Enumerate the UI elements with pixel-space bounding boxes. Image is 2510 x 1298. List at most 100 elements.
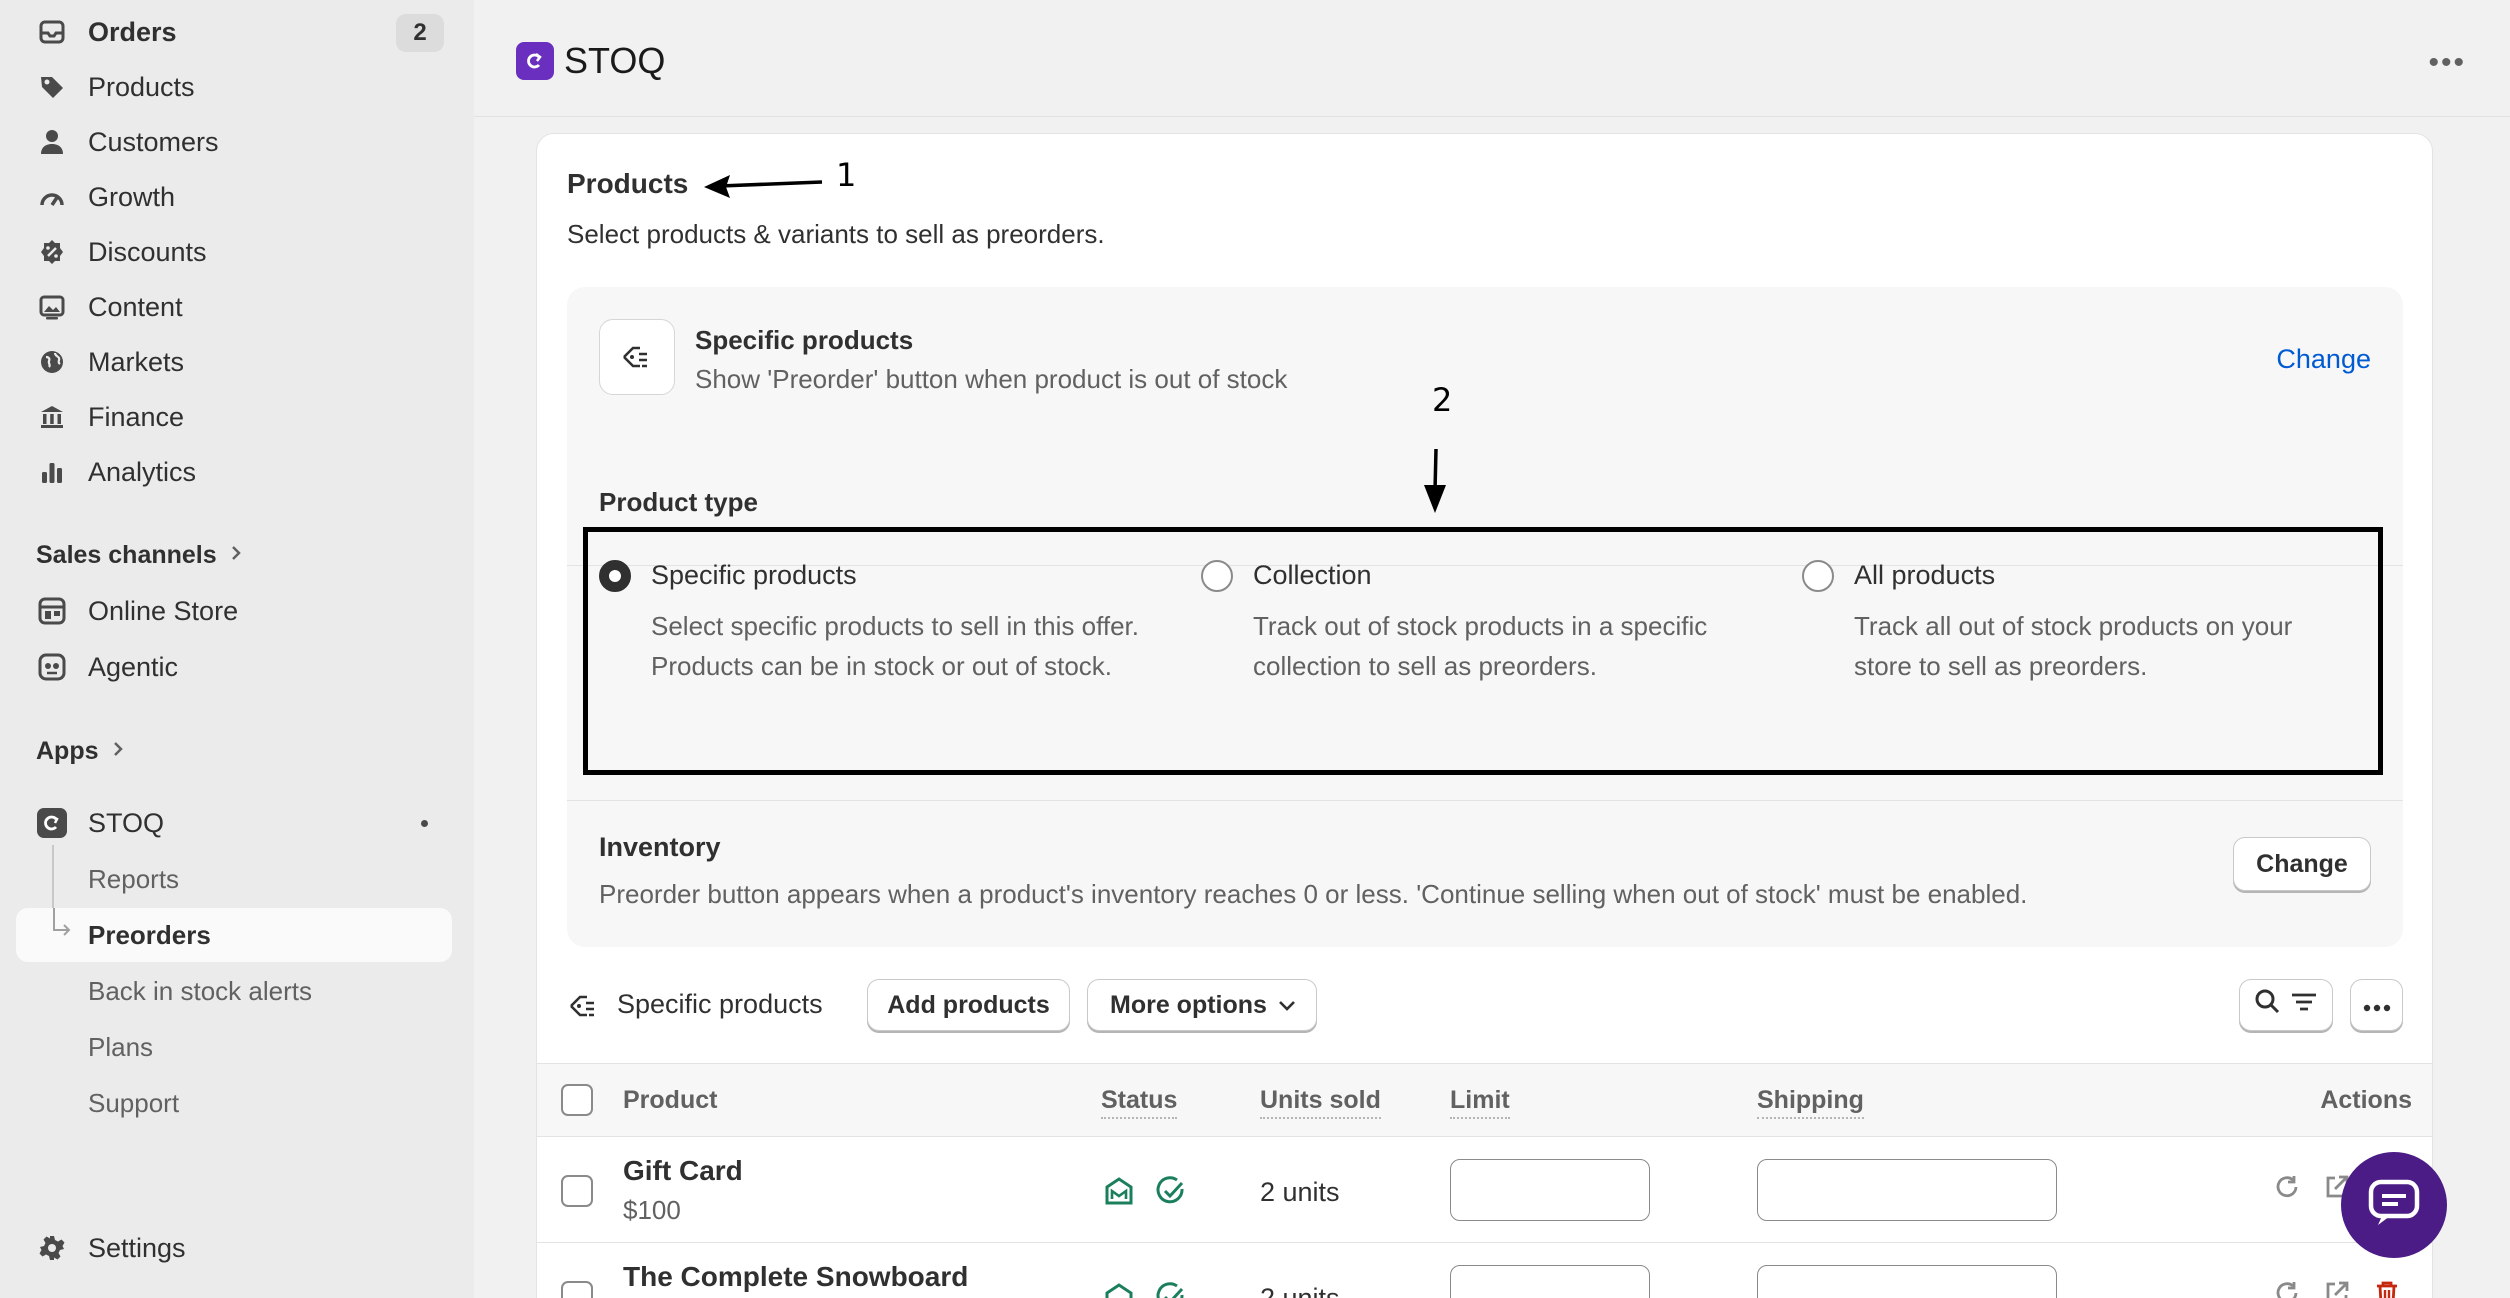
sales-channels-section[interactable]: Sales channels: [36, 541, 243, 570]
shipping-input[interactable]: [1757, 1265, 2057, 1298]
sidebar-subitem-label: Reports: [88, 863, 180, 894]
globe-icon: [36, 346, 68, 378]
column-header-units-sold[interactable]: Units sold: [1260, 1086, 1381, 1119]
table-row: The Complete Snowboard 2 units: [537, 1243, 2432, 1298]
app-header: STOQ •••: [474, 0, 2510, 118]
column-header-product: Product: [623, 1086, 718, 1114]
annotation-label-1: 1: [836, 156, 857, 194]
column-header-status[interactable]: Status: [1101, 1086, 1178, 1119]
sidebar-item-label: Finance: [88, 401, 185, 432]
sidebar-item-label: Markets: [88, 346, 185, 377]
toolbar-label: Specific products: [617, 989, 823, 1019]
row-checkbox[interactable]: [561, 1175, 593, 1207]
sidebar-item-content[interactable]: Content: [16, 282, 452, 332]
limit-input[interactable]: [1450, 1265, 1650, 1298]
option-title: Specific products: [651, 560, 857, 590]
table-header: Product Status Units sold Limit Shipping…: [537, 1063, 2432, 1137]
sidebar-item-growth[interactable]: Growth: [16, 172, 452, 222]
sidebar-item-customers[interactable]: Customers: [16, 117, 452, 167]
sidebar-item-agentic[interactable]: Agentic: [16, 642, 452, 692]
option-title: All products: [1854, 560, 1996, 590]
sidebar-subitem-support[interactable]: Support: [16, 1076, 452, 1130]
sidebar-item-online-store[interactable]: Online Store: [16, 586, 452, 636]
inbox-icon: [36, 16, 68, 48]
chat-button[interactable]: [2341, 1152, 2447, 1258]
product-name[interactable]: The Complete Snowboard: [623, 1261, 968, 1293]
sidebar-item-label: Orders: [88, 16, 177, 47]
radio-unselected[interactable]: [1802, 560, 1834, 592]
tag-icon: [36, 71, 68, 103]
chevron-right-icon: [111, 737, 125, 766]
refresh-icon[interactable]: [2273, 1279, 2301, 1298]
annotation-arrow-1: [704, 175, 823, 198]
person-icon: [36, 126, 68, 158]
more-horizontal-icon[interactable]: •••: [2428, 46, 2466, 80]
select-all-checkbox[interactable]: [561, 1084, 593, 1116]
chevron-down-icon: [1276, 994, 1298, 1023]
sidebar-item-analytics[interactable]: Analytics: [16, 447, 452, 497]
sidebar-item-finance[interactable]: Finance: [16, 392, 452, 442]
sidebar-item-label: Settings: [88, 1232, 186, 1263]
option-description: Select specific products to sell in this…: [651, 611, 1139, 681]
sidebar-subitem-reports[interactable]: Reports: [16, 852, 452, 906]
sidebar-subitem-plans[interactable]: Plans: [16, 1020, 452, 1074]
delete-icon[interactable]: [2373, 1279, 2401, 1298]
more-options-label: More options: [1110, 990, 1267, 1019]
external-link-icon[interactable]: [2323, 1279, 2351, 1298]
sidebar-item-label: Customers: [88, 126, 219, 157]
refresh-icon[interactable]: [2273, 1173, 2301, 1206]
bank-icon: [36, 401, 68, 433]
annotation-label-2: 2: [1432, 381, 1453, 419]
orders-count-badge: 2: [396, 14, 444, 52]
sidebar-subitem-label: Back in stock alerts: [88, 975, 312, 1006]
radio-unselected[interactable]: [1201, 560, 1233, 592]
search-icon: [2253, 987, 2283, 1024]
column-header-limit[interactable]: Limit: [1450, 1086, 1510, 1119]
selection-title: Specific products: [695, 325, 914, 355]
sales-channels-label: Sales channels: [36, 541, 217, 569]
product-name[interactable]: Gift Card: [623, 1155, 743, 1187]
add-products-button[interactable]: Add products: [867, 979, 1070, 1031]
sidebar-item-label: Content: [88, 291, 183, 322]
product-price: $100: [623, 1195, 681, 1225]
sidebar-subitem-label: Support: [88, 1087, 180, 1118]
sidebar-subitem-back-in-stock[interactable]: Back in stock alerts: [16, 964, 452, 1018]
bar-chart-icon: [36, 456, 68, 488]
products-card: Products Select products & variants to s…: [536, 133, 2433, 1298]
sidebar: Orders 2 Products Customers Growth Disco…: [0, 0, 474, 1298]
radio-selected[interactable]: [599, 560, 631, 592]
column-header-shipping[interactable]: Shipping: [1757, 1086, 1864, 1119]
sidebar-item-discounts[interactable]: Discounts: [16, 227, 452, 277]
sidebar-subitem-preorders[interactable]: Preorders: [16, 908, 452, 962]
change-selection-link[interactable]: Change: [2276, 344, 2371, 375]
option-description: Track out of stock products in a specifi…: [1253, 611, 1708, 681]
chevron-right-icon: [229, 541, 243, 570]
change-inventory-button[interactable]: Change: [2233, 837, 2371, 891]
table-more-button[interactable]: [2350, 979, 2403, 1031]
gauge-icon: [36, 181, 68, 213]
filter-icon: [2289, 987, 2319, 1024]
store-status-icon: [1103, 1175, 1135, 1207]
chat-bubble-icon: [2368, 1179, 2420, 1232]
gear-icon: [36, 1232, 68, 1264]
sidebar-item-products[interactable]: Products: [16, 62, 452, 112]
discount-icon: [36, 236, 68, 268]
search-filter-button[interactable]: [2239, 979, 2333, 1031]
shipping-input[interactable]: [1757, 1159, 2057, 1221]
card-description: Select products & variants to sell as pr…: [567, 219, 1105, 249]
selection-panel: Specific products Show 'Preorder' button…: [567, 287, 2403, 947]
limit-input[interactable]: [1450, 1159, 1650, 1221]
annotation-arrow-2: [1424, 448, 1446, 513]
sidebar-item-orders[interactable]: Orders 2: [16, 7, 452, 57]
apps-section[interactable]: Apps: [36, 737, 125, 766]
row-checkbox[interactable]: [561, 1281, 593, 1298]
sidebar-item-settings[interactable]: Settings: [16, 1223, 452, 1273]
more-options-button[interactable]: More options: [1087, 979, 1317, 1031]
sidebar-item-label: Discounts: [88, 236, 207, 267]
sidebar-subitem-label: Plans: [88, 1031, 154, 1062]
units-sold: 2 units: [1260, 1283, 1340, 1298]
divider: [567, 800, 2403, 801]
sidebar-item-label: Agentic: [88, 651, 179, 682]
sidebar-item-stoq[interactable]: STOQ: [16, 798, 452, 848]
sidebar-item-markets[interactable]: Markets: [16, 337, 452, 387]
